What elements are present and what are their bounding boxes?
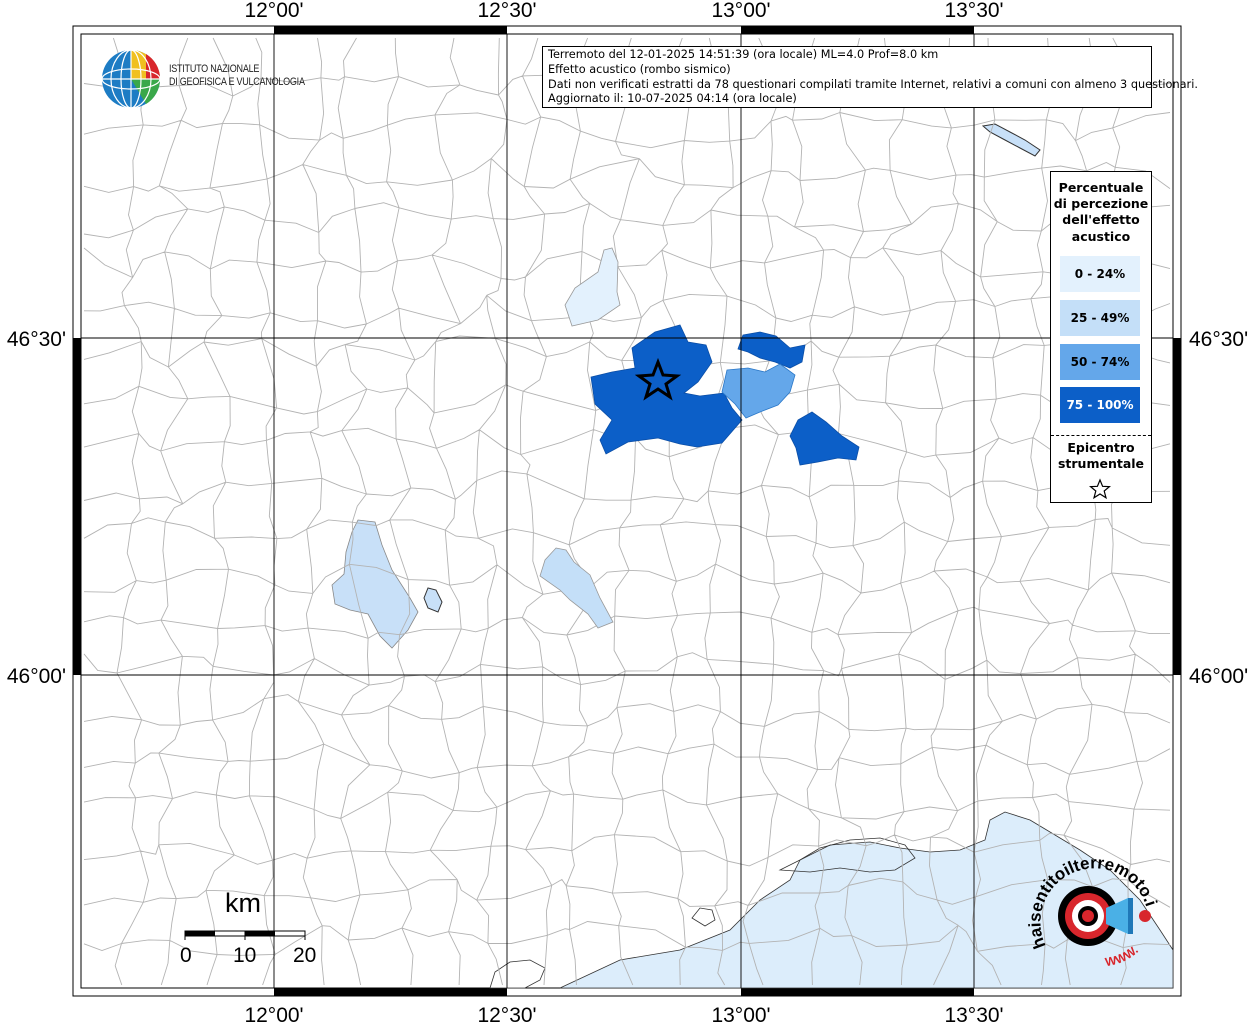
- event-info-line: Effetto acustico (rombo sismico): [548, 62, 731, 76]
- scale-bar: km 0 10 20: [180, 888, 320, 978]
- legend-item-25-49: 25 - 49%: [1060, 300, 1140, 336]
- scale-label-10: 10: [233, 944, 257, 967]
- scale-label-20: 20: [293, 944, 317, 967]
- legend-title: Percentuale di percezione dell'effetto a…: [1051, 180, 1151, 245]
- legend-separator: [1051, 435, 1151, 436]
- scale-label-0: 0: [180, 944, 192, 967]
- institute-name: ISTITUTO NAZIONALE DI GEOFISICA E VULCAN…: [169, 63, 305, 89]
- legend-item-0-24: 0 - 24%: [1060, 256, 1140, 292]
- ingv-logo: [100, 48, 162, 114]
- legend-title-line: di percezione: [1053, 196, 1149, 212]
- institute-line1: ISTITUTO NAZIONALE: [169, 63, 260, 75]
- lon-label-bottom: 12°30': [477, 1004, 536, 1024]
- lon-label-top: 13°30': [944, 0, 1003, 22]
- lon-label-bottom: 13°00': [711, 1004, 770, 1024]
- logo-url-arc: WWW.: [1104, 943, 1141, 969]
- event-info-line: Terremoto del 12-01-2025 14:51:39 (ora l…: [548, 48, 939, 61]
- lat-label-left: 46°00': [7, 665, 66, 688]
- lon-label-top: 12°30': [477, 0, 536, 22]
- event-info-box: Terremoto del 12-01-2025 14:51:39 (ora l…: [542, 46, 1198, 108]
- legend: Percentuale di percezione dell'effetto a…: [1050, 171, 1152, 503]
- legend-epicenter-line: Epicentro: [1067, 440, 1135, 455]
- legend-title-line: dell'effetto: [1062, 212, 1140, 228]
- legend-title-line: Percentuale: [1058, 180, 1144, 195]
- event-info-line: Dati non verificati estratti da 78 quest…: [548, 77, 1198, 91]
- lon-label-bottom: 12°00': [244, 1004, 303, 1024]
- star-outline-icon: [1089, 478, 1111, 500]
- legend-title-line: acustico: [1071, 228, 1131, 244]
- event-info-line: Aggiornato il: 10-07-2025 04:14 (ora loc…: [548, 92, 797, 106]
- lat-label-left: 46°30': [7, 328, 66, 351]
- megaphone-target-icon: haisentitoilterremoto.it WWW.: [1025, 843, 1161, 969]
- legend-item-75-100: 75 - 100%: [1060, 387, 1140, 423]
- lon-label-top: 13°00': [711, 0, 770, 22]
- lon-label-top: 12°00': [244, 0, 303, 22]
- scale-unit: km: [225, 888, 261, 918]
- hai-sentito-logo: haisentitoilterremoto.it WWW.: [1025, 843, 1168, 982]
- institute-line2: DI GEOFISICA E VULCANOLOGIA: [169, 76, 305, 88]
- legend-epicenter-label: Epicentro strumentale: [1051, 440, 1151, 472]
- ingv-globe-icon: [101, 49, 161, 109]
- legend-item-50-74: 50 - 74%: [1060, 344, 1140, 380]
- lat-label-right: 46°30': [1189, 328, 1248, 351]
- longitude-labels-top: 12°00' 12°30' 13°00' 13°30': [244, 0, 1003, 22]
- longitude-labels-bottom: 12°00' 12°30' 13°00' 13°30': [244, 1004, 1003, 1024]
- lon-label-bottom: 13°30': [944, 1004, 1003, 1024]
- logo-url-text: WWW.: [1104, 943, 1141, 969]
- lat-label-right: 46°00': [1189, 665, 1248, 688]
- legend-epicenter-line: strumentale: [1057, 456, 1145, 472]
